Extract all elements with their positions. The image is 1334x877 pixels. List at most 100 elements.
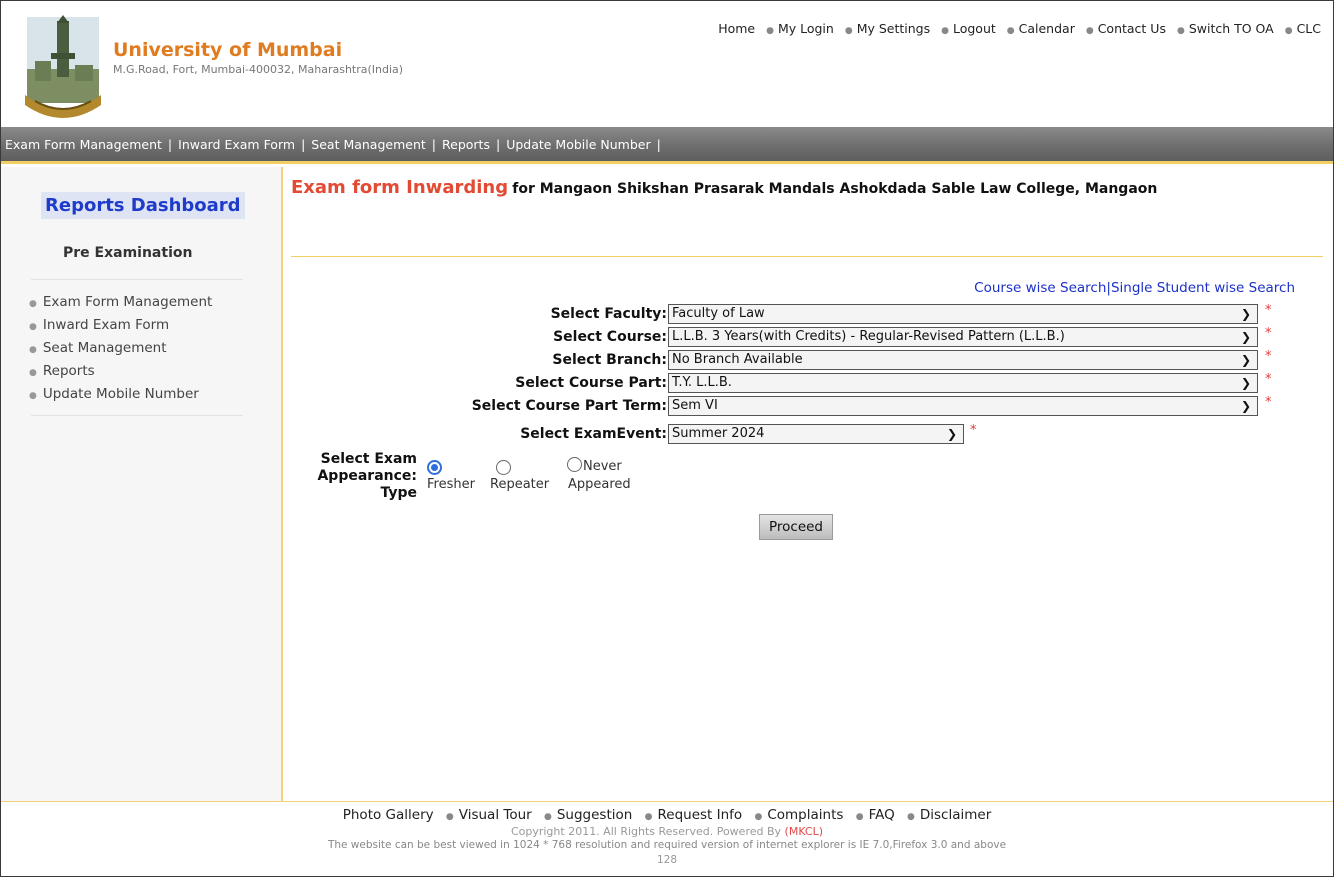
footer: Photo Gallery ● Visual Tour ● Suggestion ●… [1,801,1333,876]
footer-link-complaints[interactable]: Complaints [767,807,843,823]
footer-link-suggestion[interactable]: Suggestion [557,807,632,823]
chevron-down-icon: ❯ [946,427,957,441]
bullet-dot-icon: ● [941,26,949,36]
course-part-term-label: Select Course Part Term: [471,398,667,414]
faculty-select[interactable]: Faculty of Law ❯ [668,304,1258,324]
footer-link-photo-gallery[interactable]: Photo Gallery [343,807,434,823]
bullet-dot-icon: ● [754,812,763,822]
bullet-dot-icon: ● [29,391,37,401]
footer-links: Photo Gallery ● Visual Tour ● Suggestion ●… [1,807,1333,823]
bullet-dot-icon: ● [844,26,853,36]
nav-seat-management[interactable]: Seat Management [311,137,426,152]
never-appeared-label-line1: Never [583,459,622,474]
fresher-radio[interactable] [427,460,442,475]
university-address: M.G.Road, Fort, Mumbai-400032, Maharasht… [113,63,404,76]
page-title: Exam form Inwarding for Mangaon Shikshan… [291,177,1157,198]
top-link-clc[interactable]: CLC [1297,21,1321,36]
course-select[interactable]: L.L.B. 3 Years(with Credits) - Regular-R… [668,327,1258,347]
required-marker: * [1265,349,1272,364]
top-link-calendar[interactable]: Calendar [1019,21,1075,36]
nav-exam-form-management[interactable]: Exam Form Management [5,137,162,152]
repeater-radio-label: Repeater [490,477,550,492]
footer-link-visual-tour[interactable]: Visual Tour [459,807,532,823]
never-appeared-radio[interactable] [567,457,582,472]
bullet-dot-icon: ● [29,345,37,355]
sidebar-item-reports[interactable]: ● Reports [29,360,212,383]
main-content: Exam form Inwarding for Mangaon Shikshan… [285,167,1333,801]
branch-label: Select Branch: [552,352,667,368]
course-part-select[interactable]: T.Y. L.L.B. ❯ [668,373,1258,393]
sidebar-menu: ● Exam Form Management ● Inward Exam Form … [29,291,212,406]
nav-update-mobile-number[interactable]: Update Mobile Number [506,137,650,152]
footer-link-request-info[interactable]: Request Info [657,807,742,823]
bullet-dot-icon: ● [544,812,552,822]
course-wise-search-link[interactable]: Course wise Search [974,280,1106,296]
chevron-down-icon: ❯ [1240,399,1251,413]
top-links: Home ● My Login ● My Settings ● Logout ● Cal… [718,21,1321,36]
best-view-note: The website can be best viewed in 1024 *… [327,839,1007,851]
page-title-main: Exam form Inwarding [291,177,509,198]
top-link-switch-to-oa[interactable]: Switch TO OA [1189,21,1274,36]
bullet-dot-icon: ● [29,322,37,332]
required-marker: * [1265,303,1272,318]
top-link-logout[interactable]: Logout [953,21,996,36]
top-link-contact-us[interactable]: Contact Us [1098,21,1166,36]
exam-event-select-value: Summer 2024 [672,426,765,441]
sidebar-divider [31,279,243,280]
course-part-label: Select Course Part: [515,375,667,391]
header: University of Mumbai M.G.Road, Fort, Mum… [1,1,1333,127]
sidebar-item-seat-management[interactable]: ● Seat Management [29,337,212,360]
sidebar-item-inward-exam-form[interactable]: ● Inward Exam Form [29,314,212,337]
chevron-down-icon: ❯ [1240,353,1251,367]
visitor-counter: 128 [656,854,678,866]
university-name: University of Mumbai [113,39,343,61]
mkcl-link[interactable]: (MKCL) [785,825,824,838]
course-part-term-select[interactable]: Sem VI ❯ [668,396,1258,416]
page-title-college: for Mangaon Shikshan Prasarak Mandals As… [512,181,1158,197]
fresher-radio-label: Fresher [427,477,475,492]
sidebar-item-update-mobile-number[interactable]: ● Update Mobile Number [29,383,212,406]
required-marker: * [970,423,977,438]
course-label: Select Course: [553,329,667,345]
course-part-select-value: T.Y. L.L.B. [672,375,732,390]
faculty-select-value: Faculty of Law [672,306,765,321]
university-seal-logo [25,15,101,118]
proceed-button[interactable]: Proceed [759,514,833,540]
never-appeared-label-line2: Appeared [568,477,631,492]
course-select-value: L.L.B. 3 Years(with Credits) - Regular-R… [672,329,1065,344]
appearance-type-label: Select Exam Appearance: Type [317,451,417,501]
required-marker: * [1265,395,1272,410]
top-link-my-login[interactable]: My Login [778,21,834,36]
bullet-dot-icon: ● [1085,26,1094,36]
nav-reports[interactable]: Reports [442,137,490,152]
bullet-dot-icon: ● [29,299,37,309]
course-part-term-select-value: Sem VI [672,398,718,413]
sidebar-item-exam-form-management[interactable]: ● Exam Form Management [29,291,212,314]
single-student-search-link[interactable]: Single Student wise Search [1111,280,1295,296]
title-divider [291,256,1323,257]
exam-event-select[interactable]: Summer 2024 ❯ [668,424,964,444]
repeater-radio[interactable] [496,460,511,475]
required-marker: * [1265,372,1272,387]
top-link-my-settings[interactable]: My Settings [857,21,930,36]
bullet-dot-icon: ● [445,812,454,822]
sidebar: Reports Dashboard Pre Examination ● Exam … [1,167,283,801]
chevron-down-icon: ❯ [1240,376,1251,390]
sidebar-section-heading: Pre Examination [63,245,193,261]
branch-select[interactable]: No Branch Available ❯ [668,350,1258,370]
bullet-dot-icon: ● [644,812,653,822]
bullet-dot-icon: ● [766,26,774,36]
sidebar-divider [31,415,243,416]
footer-link-disclaimer[interactable]: Disclaimer [920,807,991,823]
chevron-down-icon: ❯ [1240,330,1251,344]
sidebar-title[interactable]: Reports Dashboard [41,192,245,219]
top-link-home[interactable]: Home [718,21,755,36]
bullet-dot-icon: ● [1006,26,1015,36]
required-marker: * [1265,326,1272,341]
nav-inward-exam-form[interactable]: Inward Exam Form [178,137,295,152]
branch-select-value: No Branch Available [672,352,803,367]
bullet-dot-icon: ● [1176,26,1185,36]
bullet-dot-icon: ● [855,812,864,822]
footer-link-faq[interactable]: FAQ [869,807,895,823]
faculty-label: Select Faculty: [550,306,667,322]
